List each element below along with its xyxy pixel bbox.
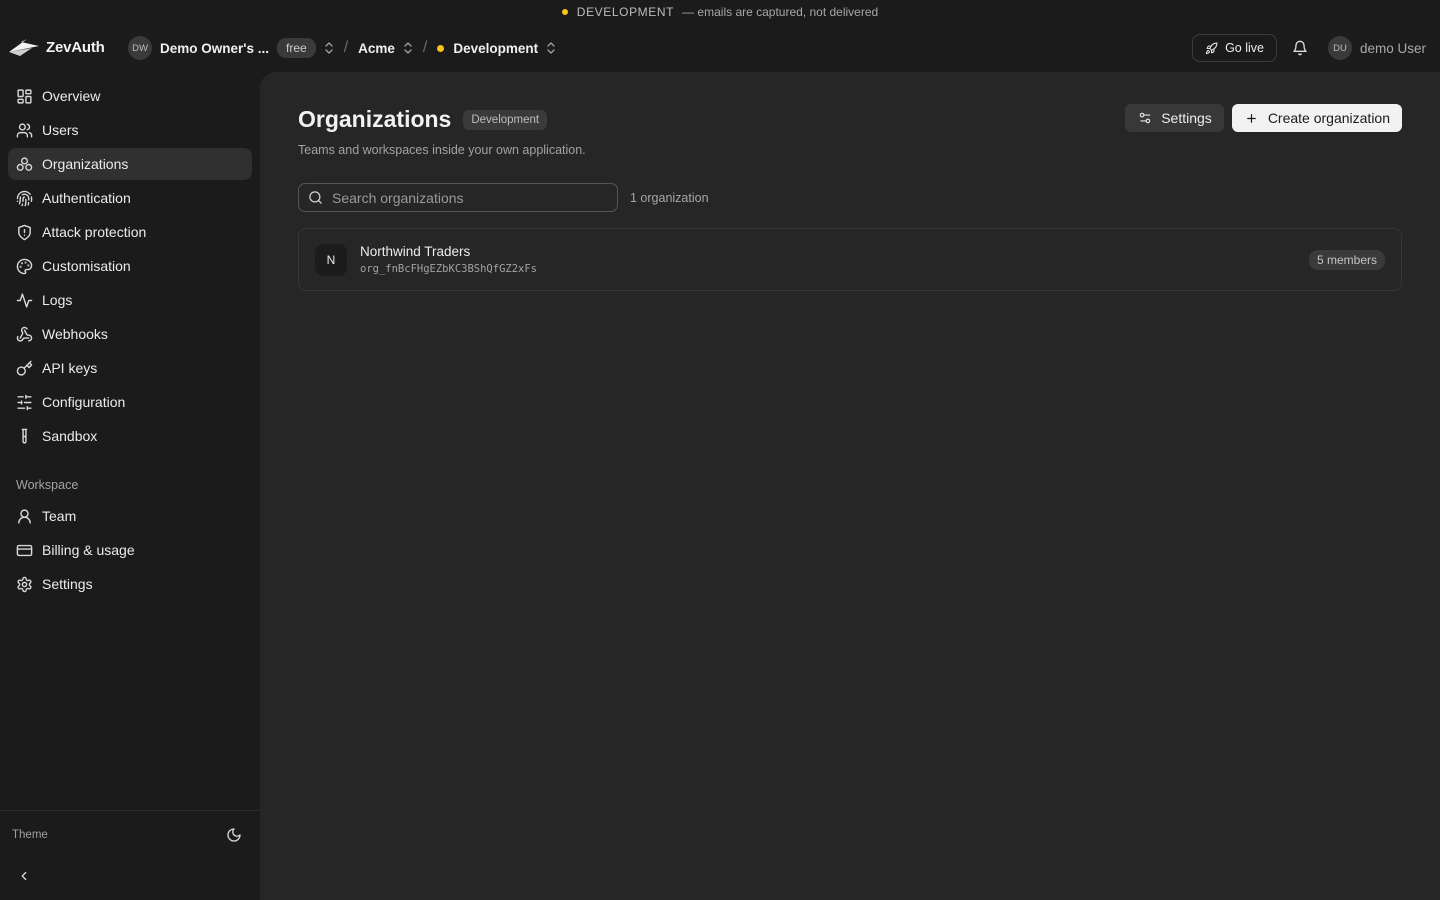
sidebar-item-team[interactable]: Team <box>8 500 252 532</box>
workspace-section-label: Workspace <box>16 478 79 492</box>
sidebar-item-settings[interactable]: Settings <box>8 568 252 600</box>
gear-icon <box>17 576 32 592</box>
members-badge: 5 members <box>1308 250 1385 270</box>
main-content: Organizations Development Teams and work… <box>260 72 1440 900</box>
sidebar-item-webhooks[interactable]: Webhooks <box>8 318 252 350</box>
topbar: ZevAuth DW Demo Owner's ... free / Acme … <box>0 24 1440 72</box>
moon-icon[interactable] <box>226 827 242 843</box>
sidebar-item-label: Billing & usage <box>42 542 135 558</box>
sidebar-item-label: Team <box>42 508 77 524</box>
tenant-switcher-chevron-icon[interactable] <box>324 41 334 55</box>
organization-info: Northwind Traders org_fnBcFHgEZbKC3BShQf… <box>360 244 537 275</box>
settings-button-label: Settings <box>1161 110 1212 126</box>
sidebar-nav: Overview Users Organizations Authenticat… <box>8 80 252 454</box>
sidebar-item-label: Customisation <box>42 258 131 274</box>
sidebar-item-configuration[interactable]: Configuration <box>8 386 252 418</box>
sidebar-item-logs[interactable]: Logs <box>8 284 252 316</box>
sliders-icon <box>17 394 32 410</box>
user-name[interactable]: demo User <box>1360 41 1426 56</box>
organization-id: org_fnBcFHgEZbKC3BShQfGZ2xFs <box>360 263 538 275</box>
breadcrumb-separator: / <box>343 39 349 56</box>
sidebar-item-customisation[interactable]: Customisation <box>8 250 252 282</box>
rocket-icon <box>1205 42 1218 54</box>
user-avatar[interactable]: DU <box>1327 36 1352 60</box>
sidebar-item-organizations[interactable]: Organizations <box>8 148 252 180</box>
organization-row[interactable]: N Northwind Traders org_fnBcFHgEZbKC3BSh… <box>298 228 1402 291</box>
topbar-actions: Go live DU demo User <box>1192 34 1426 62</box>
sidebar-item-attack-protection[interactable]: Attack protection <box>8 216 252 248</box>
app-name[interactable]: Acme <box>358 41 395 56</box>
dashboard-icon <box>17 88 32 104</box>
environment-dot-icon <box>561 9 568 15</box>
organization-count: 1 organization <box>630 191 709 205</box>
environment-status-dot-icon <box>437 44 445 52</box>
sidebar-item-label: Authentication <box>42 190 131 206</box>
app-switcher-chevron-icon[interactable] <box>403 41 413 55</box>
bell-icon[interactable] <box>1292 40 1308 56</box>
organization-avatar: N <box>315 243 347 276</box>
go-live-button[interactable]: Go live <box>1192 34 1277 62</box>
sidebar-item-label: Configuration <box>42 394 126 410</box>
fingerprint-icon <box>16 190 33 206</box>
environment-name[interactable]: Development <box>453 41 538 56</box>
settings-sliders-icon <box>1139 112 1151 124</box>
shield-icon <box>18 224 31 240</box>
environment-badge: Development <box>463 109 548 130</box>
workspace-nav: Team Billing & usage Settings <box>8 500 252 602</box>
breadcrumb-separator: / <box>422 39 428 56</box>
settings-button[interactable]: Settings <box>1125 104 1224 132</box>
key-icon <box>16 360 33 376</box>
create-organization-label: Create organization <box>1267 110 1390 126</box>
sidebar-item-overview[interactable]: Overview <box>8 80 252 112</box>
sidebar-item-label: Attack protection <box>42 224 147 240</box>
sidebar-item-label: Organizations <box>42 156 129 172</box>
organization-name: Northwind Traders <box>360 244 471 259</box>
organizations-icon <box>16 156 33 171</box>
sidebar-item-label: Settings <box>42 576 93 592</box>
page-actions: Settings Create organization <box>1125 104 1402 132</box>
users-icon <box>16 122 33 138</box>
logo[interactable]: ZevAuth <box>8 36 105 58</box>
palette-icon <box>16 258 33 274</box>
search-box <box>298 183 618 212</box>
sidebar-item-label: Logs <box>42 292 73 308</box>
environment-switcher-chevron-icon[interactable] <box>546 41 556 55</box>
banner-message: — emails are captured, not delivered <box>682 5 879 19</box>
theme-label: Theme <box>12 829 48 841</box>
sidebar-item-billing[interactable]: Billing & usage <box>8 534 252 566</box>
sidebar-item-api-keys[interactable]: API keys <box>8 352 252 384</box>
go-live-label: Go live <box>1225 41 1264 55</box>
tenant-name[interactable]: Demo Owner's ... <box>160 41 269 56</box>
test-tube-icon <box>21 428 28 444</box>
search-icon <box>309 191 322 204</box>
collapse-sidebar-chevron-left-icon[interactable] <box>17 869 31 883</box>
environment-banner: DEVELOPMENT — emails are captured, not d… <box>0 0 1440 24</box>
sidebar-item-label: API keys <box>42 360 98 376</box>
breadcrumb: DW Demo Owner's ... free / Acme / Develo… <box>128 35 556 61</box>
page-subtitle: Teams and workspaces inside your own app… <box>298 143 586 157</box>
sidebar-item-label: Webhooks <box>42 326 108 342</box>
activity-icon <box>16 292 33 308</box>
sidebar-item-label: Users <box>42 122 79 138</box>
sidebar-item-authentication[interactable]: Authentication <box>8 182 252 214</box>
sidebar-item-label: Sandbox <box>42 428 98 444</box>
create-organization-button[interactable]: Create organization <box>1231 104 1402 132</box>
page-title: Organizations <box>298 106 452 132</box>
tenant-avatar: DW <box>128 36 152 60</box>
search-input[interactable] <box>332 189 602 206</box>
banner-environment: DEVELOPMENT <box>576 5 675 19</box>
plus-icon <box>1246 113 1256 123</box>
page-header: Organizations Development <box>298 106 548 133</box>
sidebar-item-label: Overview <box>42 88 101 104</box>
plan-badge: free <box>277 38 316 58</box>
sidebar-item-sandbox[interactable]: Sandbox <box>8 420 252 452</box>
sidebar-item-users[interactable]: Users <box>8 114 252 146</box>
user-icon <box>18 508 31 524</box>
zevauth-logo-icon <box>9 39 39 56</box>
sidebar-footer: Theme <box>0 810 260 900</box>
credit-card-icon <box>16 544 33 556</box>
sidebar: Overview Users Organizations Authenticat… <box>0 72 260 900</box>
logo-text: ZevAuth <box>46 38 105 56</box>
webhook-icon <box>16 326 33 342</box>
